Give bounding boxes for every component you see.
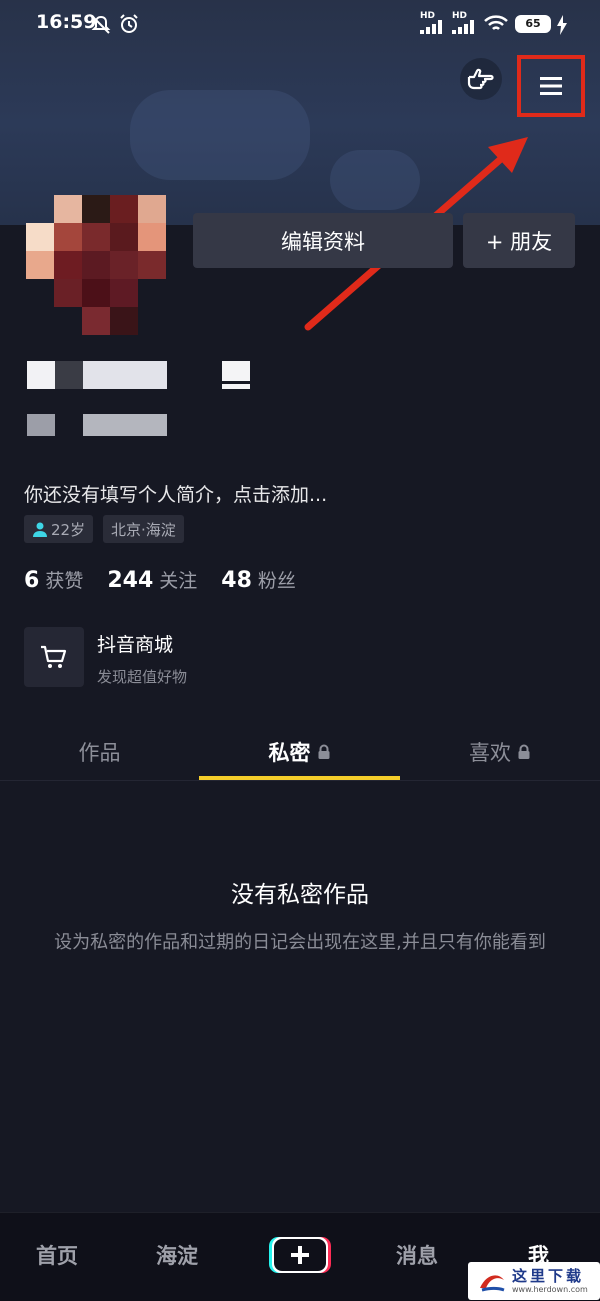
watermark-url: www.herdown.com <box>512 1285 588 1294</box>
tab-likes-label: 喜欢 <box>469 741 511 765</box>
stat-followers-label: 粉丝 <box>257 570 296 592</box>
status-bar: 16:59 HD HD 65 <box>0 0 600 50</box>
watermark-logo <box>480 1275 505 1292</box>
battery-indicator: 65 <box>515 15 551 33</box>
wifi-icon <box>484 15 508 30</box>
tab-works[interactable]: 作品 <box>0 735 199 769</box>
stat-followers[interactable]: 48 粉丝 <box>221 566 296 593</box>
menu-button[interactable] <box>517 55 585 117</box>
shopping-cart-icon <box>41 645 67 668</box>
mall-title: 抖音商城 <box>97 634 174 656</box>
location-tag: 北京·海淀 <box>103 515 184 543</box>
stat-followers-value: 48 <box>221 568 252 593</box>
status-time: 16:59 <box>36 11 97 33</box>
charging-icon <box>557 15 567 35</box>
alarm-icon <box>120 14 138 33</box>
watermark-text: 这里下载 <box>512 1267 585 1285</box>
pointing-hand-icon <box>467 68 494 90</box>
mute-bell-icon <box>91 15 111 34</box>
avatar[interactable] <box>26 195 166 335</box>
tab-private[interactable]: 私密 <box>199 735 400 769</box>
stat-likes-label: 获赞 <box>45 570 84 592</box>
nav-location[interactable]: 海淀 <box>156 1240 198 1270</box>
age-tag: 22岁 <box>24 515 94 543</box>
person-icon <box>33 522 47 537</box>
tab-likes[interactable]: 喜欢 <box>400 735 600 769</box>
hamburger-menu-icon <box>540 77 562 95</box>
nav-home[interactable]: 首页 <box>36 1240 78 1270</box>
mall-subtitle: 发现超值好物 <box>97 668 188 686</box>
empty-state-title: 没有私密作品 <box>231 882 369 908</box>
tab-private-label: 私密 <box>268 741 311 765</box>
visitor-button[interactable] <box>460 58 502 100</box>
edit-profile-button[interactable]: 编辑资料 <box>193 213 453 268</box>
lock-icon <box>318 744 329 759</box>
add-friend-button[interactable]: + 朋友 <box>463 213 575 268</box>
mall-icon-box <box>24 627 84 687</box>
age-label: 22岁 <box>51 520 86 539</box>
signal-icon-2 <box>452 20 474 34</box>
stat-following-value: 244 <box>107 568 154 593</box>
site-watermark: 这里下载 www.herdown.com <box>468 1262 600 1300</box>
stat-likes-value: 6 <box>24 568 40 593</box>
username-mosaic <box>27 361 257 391</box>
stat-following-label: 关注 <box>159 570 198 592</box>
stat-likes[interactable]: 6 获赞 <box>24 566 83 593</box>
create-button[interactable] <box>268 1234 332 1276</box>
bio-text[interactable]: 你还没有填写个人简介，点击添加... <box>24 480 327 507</box>
empty-state-description: 设为私密的作品和过期的日记会出现在这里,并且只有你能看到 <box>54 932 546 953</box>
tab-divider <box>0 780 600 781</box>
signal-icon <box>420 20 442 34</box>
tab-works-label: 作品 <box>78 741 121 765</box>
lock-icon <box>518 744 530 759</box>
user-id-mosaic <box>27 414 167 436</box>
stats-row: 6 获赞 244 关注 48 粉丝 <box>24 566 296 593</box>
nav-messages[interactable]: 消息 <box>396 1240 438 1270</box>
stat-following[interactable]: 244 关注 <box>107 566 197 593</box>
